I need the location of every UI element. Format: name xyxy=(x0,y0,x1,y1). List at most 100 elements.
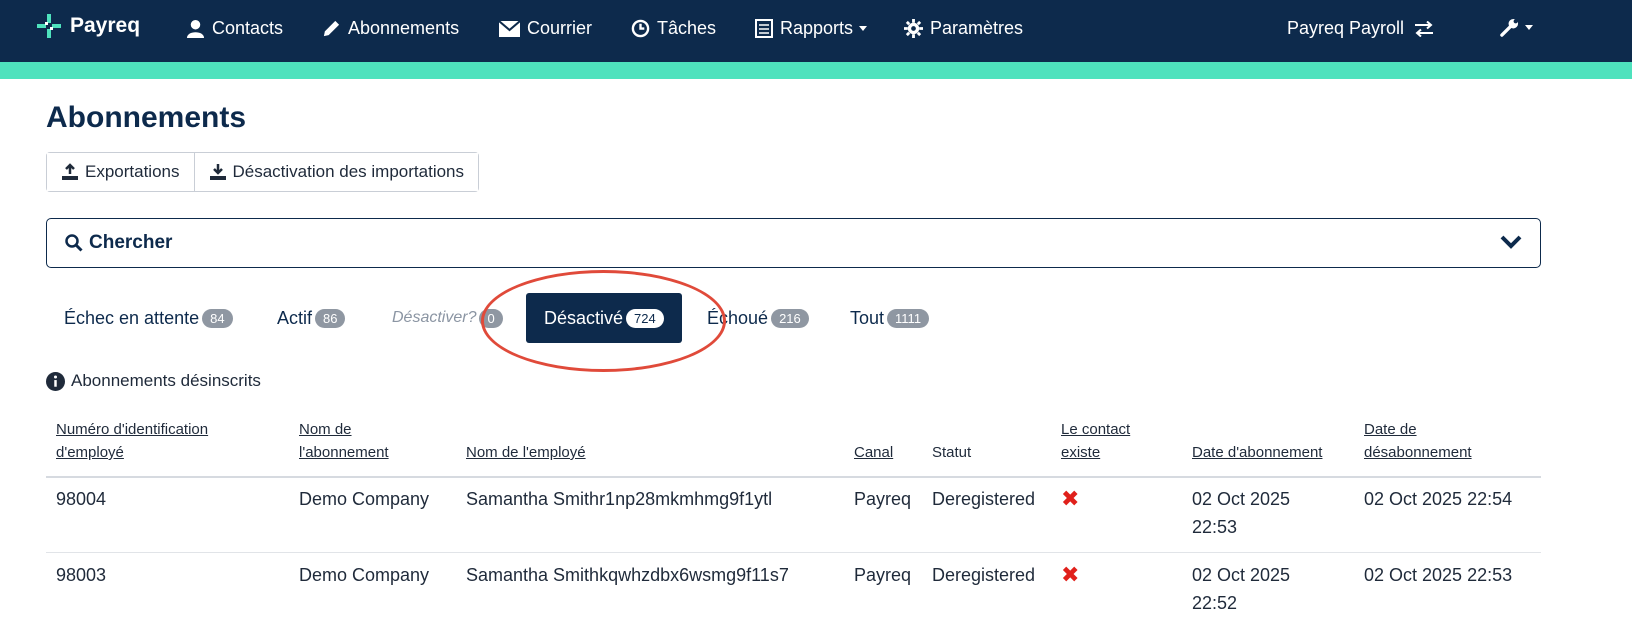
tab-failed[interactable]: Échoué 216 xyxy=(707,293,809,343)
header-channel[interactable]: Canal xyxy=(854,441,893,464)
info-note: Abonnements désinscrits xyxy=(46,371,261,391)
deactivation-imports-label: Désactivation des importations xyxy=(232,162,465,181)
chevron-down-icon xyxy=(859,26,868,31)
tab-active[interactable]: Actif 86 xyxy=(277,293,346,343)
tab-all[interactable]: Tout 1111 xyxy=(850,293,930,343)
wrench-icon xyxy=(1500,18,1519,37)
nav-abonnements-label: Abonnements xyxy=(348,18,460,38)
tab-label: Échec en attente xyxy=(64,307,200,328)
header-line: l'abonnement xyxy=(299,444,389,461)
cell-subscribe-date: 02 Oct 2025 22:53 xyxy=(1192,485,1290,541)
header-line: Le contact xyxy=(1061,421,1131,438)
time-line: 22:53 xyxy=(1192,517,1238,537)
account-switcher[interactable]: Payreq Payroll xyxy=(1287,18,1434,39)
count-badge: 1111 xyxy=(887,308,930,328)
nav-rapports[interactable]: Rapports xyxy=(755,18,868,39)
top-navbar: Payreq Contacts Abonnements Courrier Tâc… xyxy=(0,0,1632,62)
tab-label: Tout xyxy=(850,307,885,328)
date-line: 02 Oct 2025 xyxy=(1192,565,1291,585)
logo-icon xyxy=(37,14,61,38)
cell-employee-id: 98003 xyxy=(56,565,107,585)
cross-icon: ✖ xyxy=(1061,486,1080,511)
cell-subscription-name: Demo Company xyxy=(299,565,430,585)
header-divider xyxy=(46,476,1541,478)
tab-label: Échoué xyxy=(707,307,769,328)
count-badge: 84 xyxy=(202,308,233,328)
deactivation-imports-button[interactable]: Désactivation des importations xyxy=(193,153,479,191)
tab-pending-failure[interactable]: Échec en attente 84 xyxy=(64,293,233,343)
brand-logo[interactable]: Payreq xyxy=(36,13,140,39)
cross-icon: ✖ xyxy=(1061,562,1080,587)
tab-deactivate-pending[interactable]: Désactiver? 0 xyxy=(392,293,503,343)
nav-parametres-label: Paramètres xyxy=(930,18,1024,38)
clock-icon xyxy=(631,19,650,38)
nav-rapports-label: Rapports xyxy=(780,18,854,38)
tab-label: Actif xyxy=(277,307,313,328)
nav-courrier[interactable]: Courrier xyxy=(499,18,592,39)
report-icon xyxy=(755,19,773,38)
chevron-down-icon xyxy=(1500,235,1522,249)
brand-name: Payreq xyxy=(70,14,141,37)
cell-employee-name: Samantha Smithkqwhzdbx6wsmg9f11s7 xyxy=(466,565,789,585)
header-line: Nom de xyxy=(299,421,352,438)
action-button-group: Exportations Désactivation des importati… xyxy=(46,152,480,192)
header-line: Date de xyxy=(1364,421,1417,438)
tab-label: Désactiver? xyxy=(392,309,477,326)
accent-strip xyxy=(0,62,1632,79)
header-subscribe-date[interactable]: Date d'abonnement xyxy=(1192,441,1322,464)
info-icon xyxy=(46,371,65,391)
count-badge: 216 xyxy=(771,308,809,328)
exports-button[interactable]: Exportations xyxy=(47,153,194,191)
chevron-down-icon xyxy=(1525,25,1533,30)
search-label: Chercher xyxy=(89,232,173,253)
export-icon xyxy=(62,163,78,180)
header-line: Numéro d'identification xyxy=(56,421,209,438)
count-badge: 86 xyxy=(315,308,346,328)
tools-menu[interactable] xyxy=(1500,18,1533,37)
cell-unsubscribe-date: 02 Oct 2025 22:54 xyxy=(1364,489,1513,509)
cell-channel: Payreq xyxy=(854,489,912,509)
header-unsubscribe-date[interactable]: Date de désabonnement xyxy=(1364,418,1472,464)
nav-abonnements[interactable]: Abonnements xyxy=(322,18,459,39)
exports-label: Exportations xyxy=(85,162,180,181)
pencil-icon xyxy=(323,20,340,37)
nav-taches[interactable]: Tâches xyxy=(631,18,716,39)
search-toggle[interactable]: Chercher xyxy=(46,218,1541,268)
nav-courrier-label: Courrier xyxy=(527,18,593,38)
cell-employee-name: Samantha Smithr1np28mkmhmg9f1ytl xyxy=(466,489,773,509)
cell-subscription-name: Demo Company xyxy=(299,489,430,509)
header-line: désabonnement xyxy=(1364,444,1472,461)
time-line: 22:52 xyxy=(1192,593,1238,613)
gear-icon xyxy=(904,19,923,38)
header-employee-name[interactable]: Nom de l'employé xyxy=(466,441,586,464)
count-badge: 0 xyxy=(479,308,503,328)
nav-contacts-label: Contacts xyxy=(212,18,284,38)
header-contact-exists[interactable]: Le contact existe xyxy=(1061,418,1130,464)
row-divider xyxy=(46,552,1541,553)
header-line: d'employé xyxy=(56,444,124,461)
header-employee-id[interactable]: Numéro d'identification d'employé xyxy=(56,418,208,464)
tab-label: Désactivé xyxy=(544,307,624,328)
header-status: Statut xyxy=(932,444,972,461)
info-text: Abonnements désinscrits xyxy=(71,371,261,390)
nav-contacts[interactable]: Contacts xyxy=(186,18,283,39)
user-icon xyxy=(186,19,205,38)
cell-status: Deregistered xyxy=(932,565,1036,585)
account-name: Payreq Payroll xyxy=(1287,18,1405,38)
swap-arrows-icon xyxy=(1415,20,1434,37)
page-title: Abonnements xyxy=(46,101,247,134)
header-subscription-name[interactable]: Nom de l'abonnement xyxy=(299,418,389,464)
header-line: existe xyxy=(1061,444,1101,461)
cell-channel: Payreq xyxy=(854,565,912,585)
envelope-icon xyxy=(499,20,520,37)
cell-unsubscribe-date: 02 Oct 2025 22:53 xyxy=(1364,565,1513,585)
cell-employee-id: 98004 xyxy=(56,489,107,509)
cell-status: Deregistered xyxy=(932,489,1036,509)
count-badge: 724 xyxy=(626,308,664,328)
cell-subscribe-date: 02 Oct 2025 22:52 xyxy=(1192,561,1290,617)
nav-parametres[interactable]: Paramètres xyxy=(904,18,1023,39)
search-icon xyxy=(65,234,83,252)
date-line: 02 Oct 2025 xyxy=(1192,489,1291,509)
tab-deactivated[interactable]: Désactivé 724 xyxy=(526,293,682,343)
nav-taches-label: Tâches xyxy=(657,18,717,38)
